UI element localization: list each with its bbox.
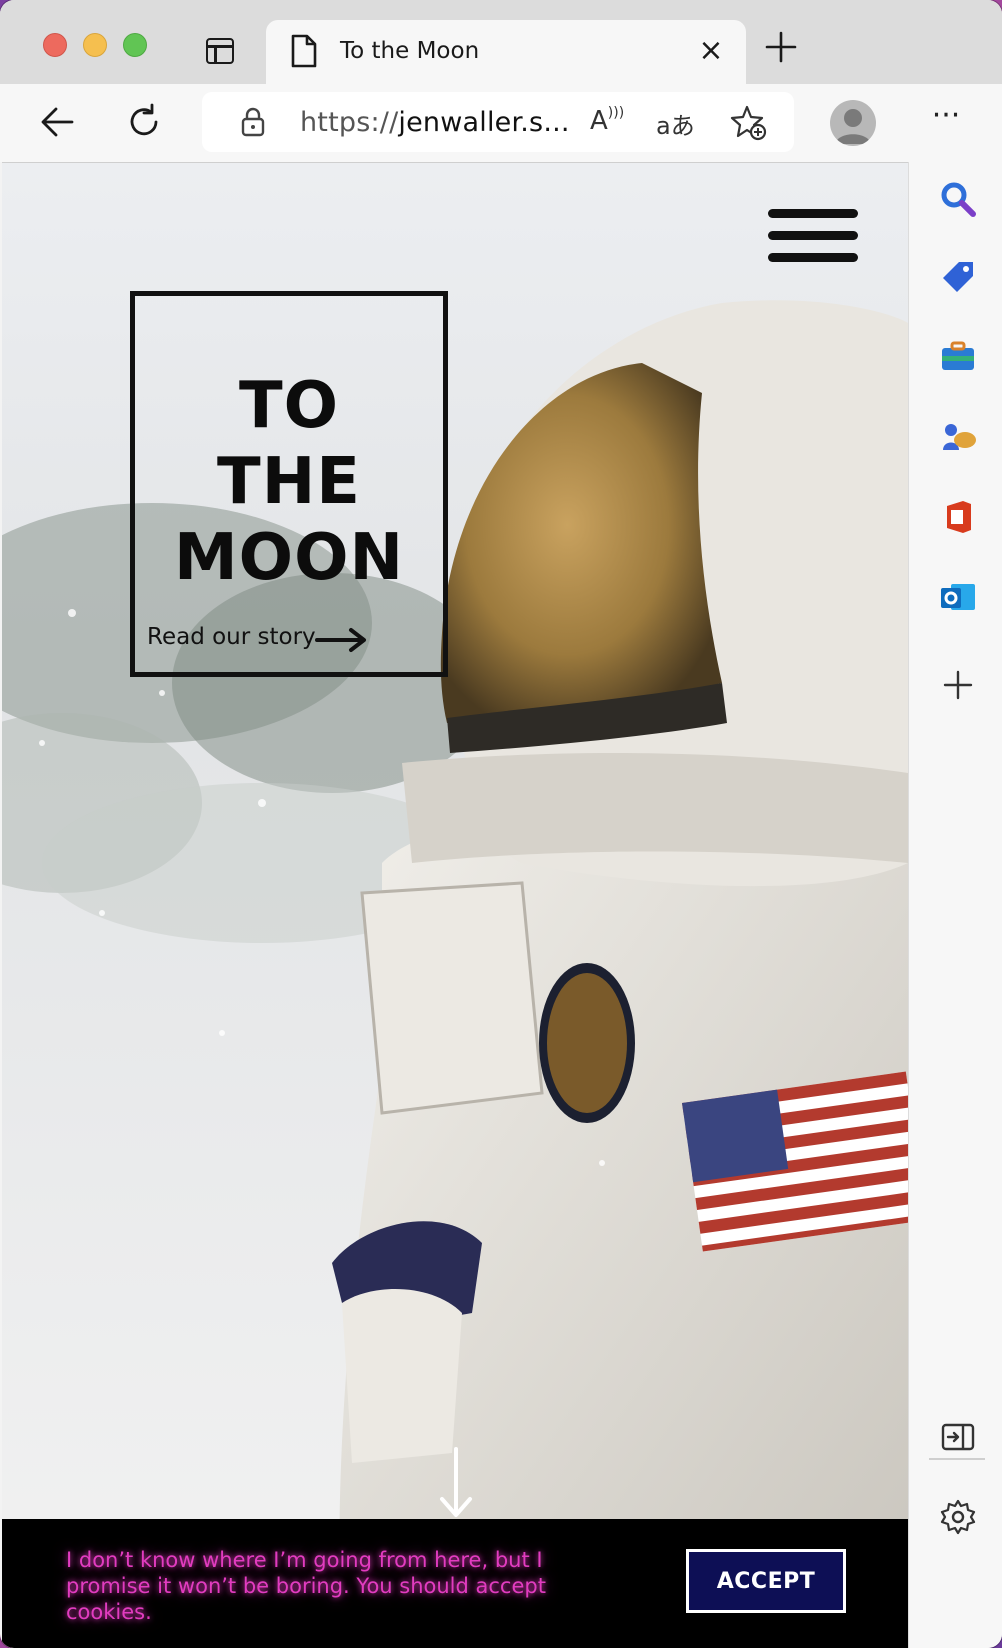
add-icon[interactable] xyxy=(939,666,977,704)
tab-actions-icon[interactable] xyxy=(206,38,234,64)
browser-window: To the Moon × https://jenwaller.s... A))… xyxy=(0,0,1002,1648)
accept-cookies-button[interactable]: ACCEPT xyxy=(686,1549,846,1613)
hero-title-line: MOON xyxy=(173,521,405,595)
read-our-story-link[interactable]: Read our story xyxy=(147,624,316,650)
address-bar[interactable]: https://jenwaller.s... A))) aあ xyxy=(202,92,794,152)
read-aloud-icon[interactable]: A))) xyxy=(590,105,625,138)
split-screen-icon[interactable] xyxy=(939,1418,977,1456)
cookie-banner: I don’t know where I’m going from here, … xyxy=(2,1519,908,1648)
office-icon[interactable] xyxy=(939,498,977,536)
browser-sidebar xyxy=(908,162,1002,1648)
scroll-down-arrow-icon[interactable] xyxy=(436,1447,476,1519)
navigation-toolbar: https://jenwaller.s... A))) aあ ··· xyxy=(0,84,1002,162)
add-favorite-icon[interactable] xyxy=(730,104,768,142)
reload-icon[interactable] xyxy=(124,102,164,142)
tools-briefcase-icon[interactable] xyxy=(939,338,977,376)
person-icon xyxy=(835,109,871,144)
zoom-window-button[interactable] xyxy=(123,33,147,57)
translate-icon[interactable]: aあ xyxy=(656,106,696,140)
new-tab-icon[interactable] xyxy=(764,30,798,64)
tab-title: To the Moon xyxy=(340,38,480,64)
tab-to-the-moon[interactable]: To the Moon × xyxy=(266,20,746,84)
lock-icon[interactable] xyxy=(240,106,266,138)
hero-title-box: TO THE MOON Read our story xyxy=(130,291,448,677)
search-icon[interactable] xyxy=(939,180,977,218)
close-window-button[interactable] xyxy=(43,33,67,57)
shopping-tag-icon[interactable] xyxy=(939,258,977,296)
hamburger-line xyxy=(768,231,858,240)
right-arrow-icon[interactable] xyxy=(315,626,367,654)
page-viewport: TO THE MOON Read our story I don’t know … xyxy=(2,162,908,1648)
sidebar-divider xyxy=(929,1458,985,1460)
url-text[interactable]: https://jenwaller.s... xyxy=(300,107,570,138)
close-tab-icon[interactable]: × xyxy=(696,36,726,66)
hamburger-menu-icon[interactable] xyxy=(768,209,860,267)
hero-title-line: THE xyxy=(217,445,361,519)
outlook-icon[interactable] xyxy=(939,578,977,616)
hamburger-line xyxy=(768,209,858,218)
read-aloud-glyph: A xyxy=(590,106,608,136)
games-icon[interactable] xyxy=(939,418,977,456)
sound-waves: ))) xyxy=(607,105,625,121)
settings-gear-icon[interactable] xyxy=(939,1498,977,1536)
page-icon xyxy=(291,34,317,68)
more-options-icon[interactable]: ··· xyxy=(926,101,966,140)
hamburger-line xyxy=(768,253,858,262)
tab-strip: To the Moon × xyxy=(0,0,1002,84)
back-arrow-icon[interactable] xyxy=(38,102,78,142)
url-scheme: https:// xyxy=(300,107,399,138)
url-host: jenwaller.s... xyxy=(398,107,570,138)
cookie-message: I don’t know where I’m going from here, … xyxy=(66,1548,546,1624)
minimize-window-button[interactable] xyxy=(83,33,107,57)
hero-title-line: TO xyxy=(238,369,340,443)
profile-avatar[interactable] xyxy=(830,100,876,146)
hero-title: TO THE MOON xyxy=(135,368,443,596)
